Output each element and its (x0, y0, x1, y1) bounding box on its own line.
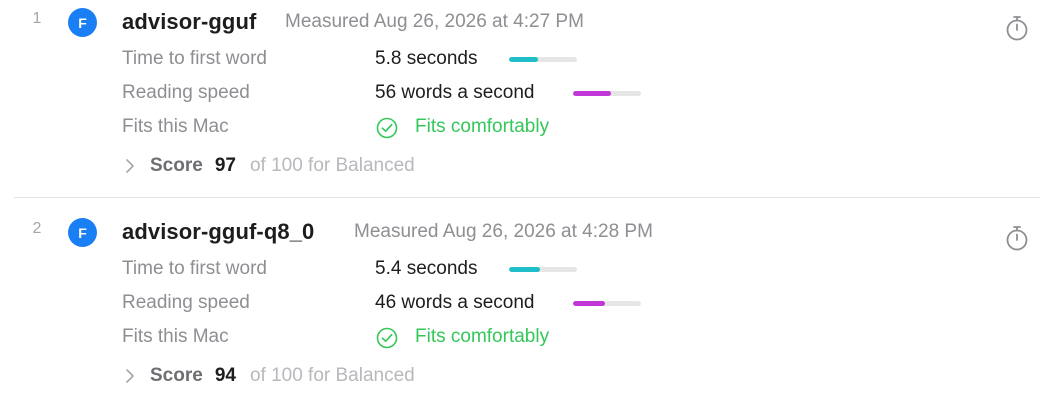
stopwatch-icon[interactable] (1005, 225, 1029, 251)
fits-this-mac-value: Fits comfortably (415, 116, 550, 137)
time-to-first-word-bar (509, 267, 577, 272)
fits-this-mac-label: Fits this Mac (122, 326, 229, 347)
result-row: 1 F advisor-gguf Measured Aug 26, 2026 a… (0, 0, 1060, 200)
score-value: 94 (214, 365, 236, 386)
score-suffix: of 100 for Balanced (249, 365, 415, 386)
model-format-badge: F (68, 218, 97, 247)
score-suffix: of 100 for Balanced (249, 155, 415, 176)
checkmark-circle-icon (376, 327, 398, 349)
result-row: 2 F advisor-gguf-q8_0 Measured Aug 26, 2… (0, 210, 1060, 400)
reading-speed-bar-fill (573, 301, 605, 306)
score-label: Score (150, 365, 203, 386)
time-to-first-word-value: 5.8 seconds (375, 48, 478, 69)
measured-timestamp: Measured Aug 26, 2026 at 4:27 PM (285, 11, 584, 32)
score-disclosure[interactable]: Score 97 of 100 for Balanced (124, 154, 415, 178)
time-to-first-word-value: 5.4 seconds (375, 258, 478, 279)
chevron-right-icon (126, 369, 134, 383)
rank-number: 1 (32, 10, 42, 27)
model-name: advisor-gguf-q8_0 (122, 219, 315, 244)
reading-speed-bar (573, 301, 641, 306)
reading-speed-bar (573, 91, 641, 96)
rank-number: 2 (32, 220, 42, 237)
model-name: advisor-gguf (122, 9, 257, 34)
time-to-first-word-label: Time to first word (122, 48, 267, 69)
reading-speed-value: 46 words a second (375, 292, 535, 313)
row-divider (14, 197, 1040, 198)
measured-timestamp: Measured Aug 26, 2026 at 4:28 PM (354, 221, 653, 242)
model-format-badge: F (68, 8, 97, 37)
reading-speed-bar-fill (573, 91, 612, 96)
time-to-first-word-bar-fill (509, 267, 541, 272)
chevron-right-icon (126, 159, 134, 173)
reading-speed-value: 56 words a second (375, 82, 535, 103)
fits-this-mac-value: Fits comfortably (415, 326, 550, 347)
fits-this-mac-label: Fits this Mac (122, 116, 229, 137)
reading-speed-label: Reading speed (122, 82, 250, 103)
time-to-first-word-bar-fill (509, 57, 539, 62)
score-disclosure[interactable]: Score 94 of 100 for Balanced (124, 364, 415, 388)
stopwatch-icon[interactable] (1005, 15, 1029, 41)
score-value: 97 (214, 155, 236, 176)
time-to-first-word-label: Time to first word (122, 258, 267, 279)
reading-speed-label: Reading speed (122, 292, 250, 313)
time-to-first-word-bar (509, 57, 577, 62)
checkmark-circle-icon (376, 117, 398, 139)
score-label: Score (150, 155, 203, 176)
